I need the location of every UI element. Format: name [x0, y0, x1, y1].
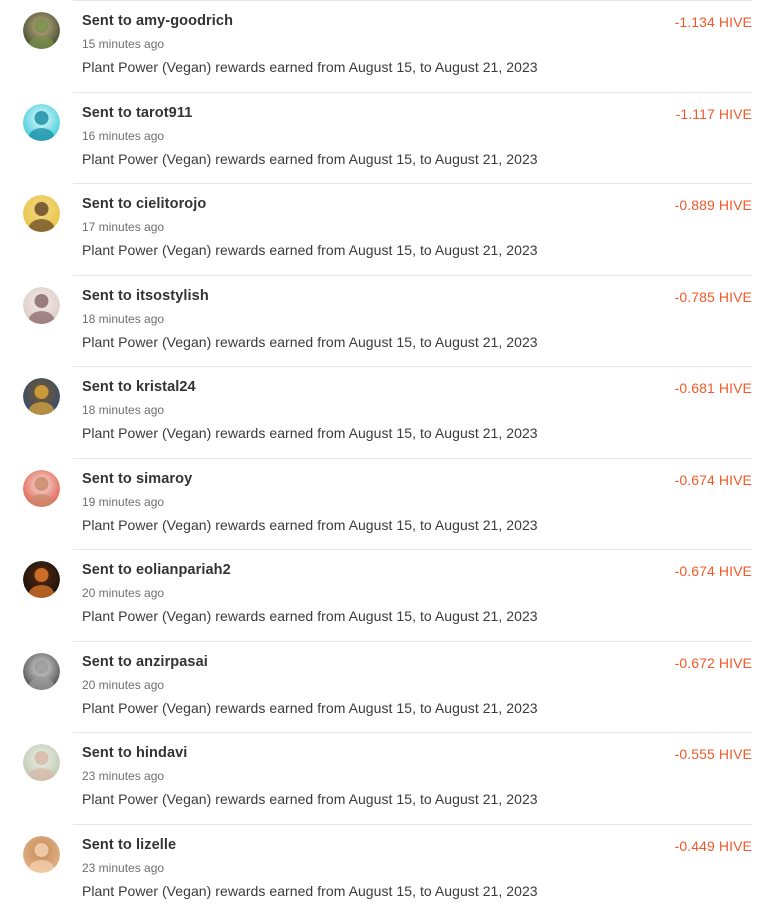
transfer-memo: Plant Power (Vegan) rewards earned from …	[82, 151, 538, 167]
transfer-amount: -0.889 HIVE	[675, 197, 752, 213]
transfer-row: Sent to cielitorojo 17 minutes ago Plant P…	[0, 183, 768, 275]
transfer-memo: Plant Power (Vegan) rewards earned from …	[82, 608, 538, 624]
transfer-timestamp: 15 minutes ago	[82, 37, 164, 51]
transfer-amount: -0.674 HIVE	[675, 563, 752, 579]
transfer-title[interactable]: Sent to lizelle	[82, 837, 176, 853]
transfer-timestamp: 20 minutes ago	[82, 678, 164, 692]
avatar-eolianpariah2-icon[interactable]	[23, 561, 60, 598]
transfer-amount: -0.555 HIVE	[675, 746, 752, 762]
transfer-timestamp: 19 minutes ago	[82, 495, 164, 509]
avatar-simaroy-icon[interactable]	[23, 470, 60, 507]
avatar-itsostylish-icon[interactable]	[23, 287, 60, 324]
transfer-title[interactable]: Sent to anzirpasai	[82, 654, 208, 670]
transfer-title[interactable]: Sent to amy-goodrich	[82, 13, 233, 29]
transfer-memo: Plant Power (Vegan) rewards earned from …	[82, 242, 538, 258]
transfer-row: Sent to anzirpasai 20 minutes ago Plant Po…	[0, 641, 768, 733]
transfer-title[interactable]: Sent to hindavi	[82, 745, 187, 761]
transfer-row: Sent to lizelle 23 minutes ago Plant Power…	[0, 824, 768, 915]
transfer-amount: -0.785 HIVE	[675, 289, 752, 305]
transfer-title[interactable]: Sent to kristal24	[82, 379, 196, 395]
transfer-amount: -0.681 HIVE	[675, 380, 752, 396]
transfer-row: Sent to itsostylish 18 minutes ago Plant P…	[0, 275, 768, 367]
transfer-timestamp: 16 minutes ago	[82, 129, 164, 143]
avatar-hindavi-icon[interactable]	[23, 744, 60, 781]
avatar-amy-goodrich-icon[interactable]	[23, 12, 60, 49]
avatar-anzirpasai-icon[interactable]	[23, 653, 60, 690]
avatar-cielitorojo-icon[interactable]	[23, 195, 60, 232]
avatar-kristal24-icon[interactable]	[23, 378, 60, 415]
transfer-memo: Plant Power (Vegan) rewards earned from …	[82, 791, 538, 807]
transfer-row: Sent to tarot911 16 minutes ago Plant Powe…	[0, 92, 768, 184]
transfer-row: Sent to eolianpariah2 20 minutes ago Plant…	[0, 549, 768, 641]
transfer-timestamp: 23 minutes ago	[82, 769, 164, 783]
transfer-title[interactable]: Sent to itsostylish	[82, 288, 209, 304]
transfer-timestamp: 18 minutes ago	[82, 403, 164, 417]
transfer-amount: -1.134 HIVE	[675, 14, 752, 30]
transfer-memo: Plant Power (Vegan) rewards earned from …	[82, 517, 538, 533]
transfer-timestamp: 17 minutes ago	[82, 220, 164, 234]
transfer-row: Sent to hindavi 23 minutes ago Plant Power…	[0, 732, 768, 824]
transfer-timestamp: 18 minutes ago	[82, 312, 164, 326]
transfer-memo: Plant Power (Vegan) rewards earned from …	[82, 700, 538, 716]
transfer-title[interactable]: Sent to cielitorojo	[82, 196, 206, 212]
transfer-amount: -0.449 HIVE	[675, 838, 752, 854]
transfer-memo: Plant Power (Vegan) rewards earned from …	[82, 334, 538, 350]
transfer-title[interactable]: Sent to simaroy	[82, 471, 192, 487]
transfer-row: Sent to amy-goodrich 15 minutes ago Plant …	[0, 0, 768, 92]
transfer-memo: Plant Power (Vegan) rewards earned from …	[82, 425, 538, 441]
transfer-memo: Plant Power (Vegan) rewards earned from …	[82, 883, 538, 899]
avatar-lizelle-icon[interactable]	[23, 836, 60, 873]
transfer-timestamp: 23 minutes ago	[82, 861, 164, 875]
transfer-row: Sent to simaroy 19 minutes ago Plant Power…	[0, 458, 768, 550]
transfer-row: Sent to kristal24 18 minutes ago Plant Pow…	[0, 366, 768, 458]
transfer-title[interactable]: Sent to eolianpariah2	[82, 562, 231, 578]
transfer-memo: Plant Power (Vegan) rewards earned from …	[82, 59, 538, 75]
transfer-list: Sent to amy-goodrich 15 minutes ago Plant …	[0, 0, 768, 915]
transfer-amount: -1.117 HIVE	[676, 106, 752, 122]
transfer-title[interactable]: Sent to tarot911	[82, 105, 192, 121]
transfer-timestamp: 20 minutes ago	[82, 586, 164, 600]
avatar-tarot911-icon[interactable]	[23, 104, 60, 141]
transfer-amount: -0.672 HIVE	[675, 655, 752, 671]
transfer-amount: -0.674 HIVE	[675, 472, 752, 488]
